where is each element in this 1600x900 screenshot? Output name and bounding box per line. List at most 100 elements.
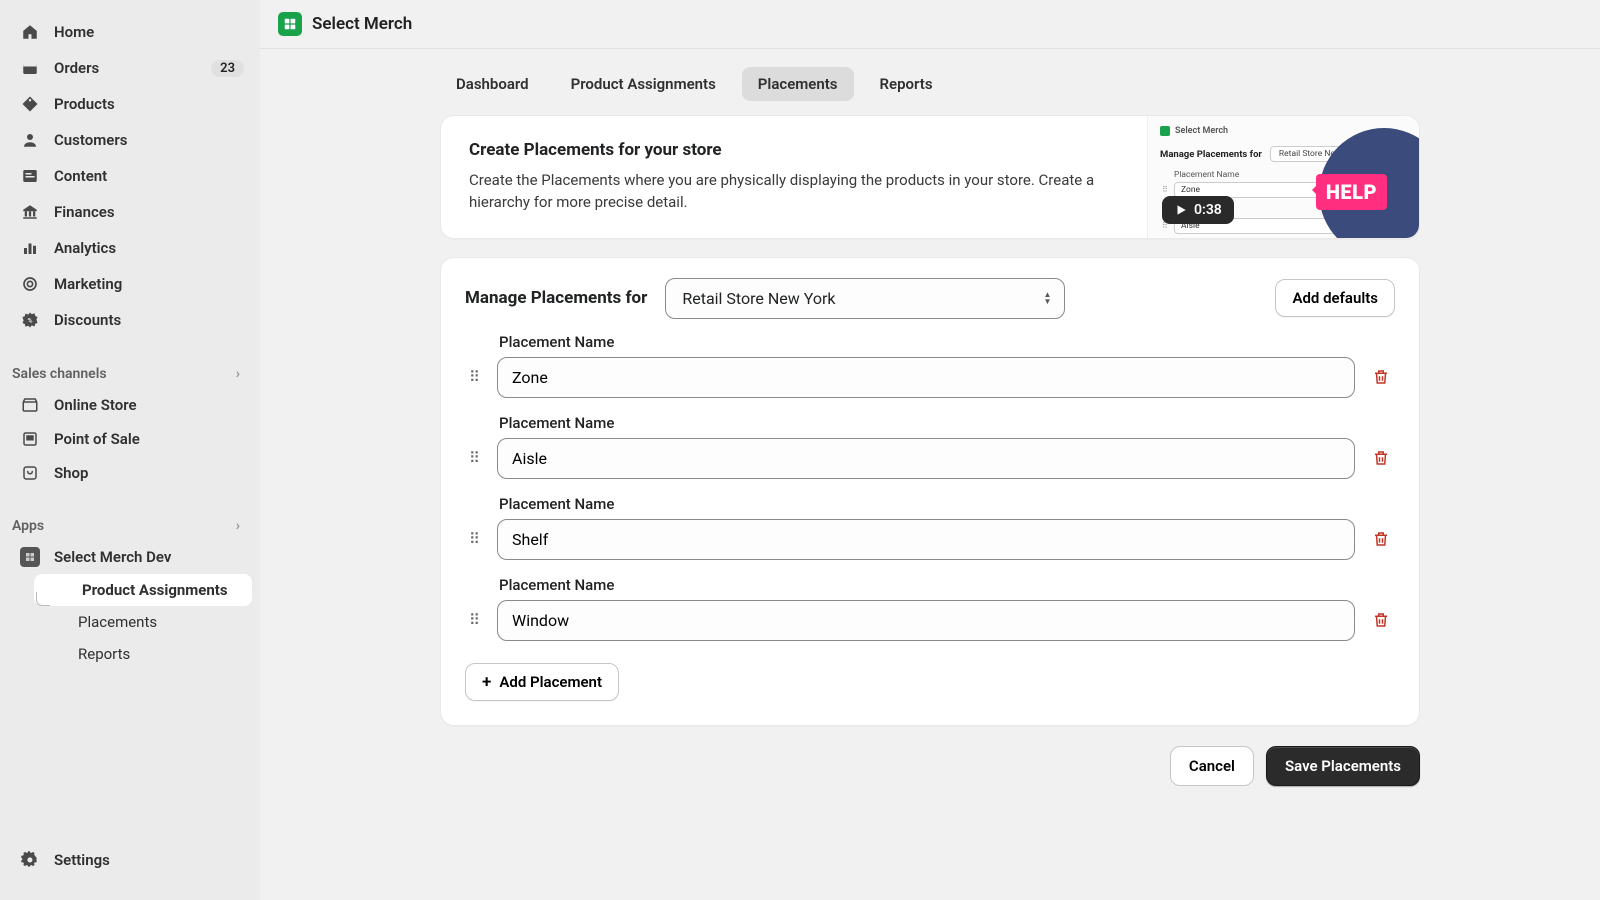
nav-label: Marketing [54, 275, 122, 293]
nav-products[interactable]: Products [8, 86, 252, 122]
nav-label: Customers [54, 131, 127, 149]
nav-home[interactable]: Home [8, 14, 252, 50]
play-icon [1174, 203, 1188, 217]
content-icon [20, 166, 40, 186]
app-title: Select Merch [312, 14, 412, 34]
nav-label: Analytics [54, 239, 116, 257]
nav-discounts[interactable]: % Discounts [8, 302, 252, 338]
channel-pos[interactable]: Point of Sale [8, 422, 252, 456]
analytics-icon [20, 238, 40, 258]
delete-button[interactable] [1367, 606, 1395, 634]
placement-input[interactable] [497, 438, 1355, 479]
apps-list: Select Merch Dev Product Assignments Pla… [0, 540, 260, 670]
drag-handle-icon[interactable]: ⠿ [465, 618, 485, 623]
tag-icon [20, 94, 40, 114]
placement-block: Placement Name ⠿ [465, 576, 1395, 641]
orders-icon [20, 58, 40, 78]
home-icon [20, 22, 40, 42]
placement-list: Placement Name ⠿ Placement Name ⠿ [465, 333, 1395, 641]
tabs: Dashboard Product Assignments Placements… [260, 49, 1600, 115]
discount-icon: % [20, 310, 40, 330]
app-logo-icon [278, 12, 302, 36]
tab-product-assignments[interactable]: Product Assignments [555, 67, 732, 101]
primary-nav: Home Orders 23 Products Customers Conten… [0, 14, 260, 338]
tab-placements[interactable]: Placements [742, 67, 854, 101]
trash-icon [1372, 530, 1390, 548]
sales-channels-list: Online Store Point of Sale Shop [0, 388, 260, 490]
info-card: Create Placements for your store Create … [440, 115, 1420, 239]
shop-icon [20, 463, 40, 483]
tree-branch-icon [36, 592, 50, 606]
placement-input[interactable] [497, 600, 1355, 641]
bank-icon [20, 202, 40, 222]
trash-icon [1372, 368, 1390, 386]
chevron-right-icon: › [236, 518, 240, 534]
gear-icon [20, 850, 40, 870]
placements-card: Manage Placements for Retail Store New Y… [440, 257, 1420, 726]
nav-label: Content [54, 167, 107, 185]
nav-customers[interactable]: Customers [8, 122, 252, 158]
delete-button[interactable] [1367, 525, 1395, 553]
store-icon [20, 395, 40, 415]
pos-icon [20, 429, 40, 449]
help-flag: HELP [1316, 174, 1387, 210]
plus-icon: + [482, 675, 491, 689]
nav-content[interactable]: Content [8, 158, 252, 194]
nav-finances[interactable]: Finances [8, 194, 252, 230]
sidebar: Home Orders 23 Products Customers Conten… [0, 0, 260, 900]
updown-icon: ▲▼ [1043, 291, 1051, 305]
nav-settings[interactable]: Settings [8, 842, 252, 878]
main: Select Merch Dashboard Product Assignmen… [260, 0, 1600, 900]
app-subnav: Product Assignments Placements Reports [8, 574, 252, 670]
subnav-product-assignments[interactable]: Product Assignments [34, 574, 252, 606]
nav-marketing[interactable]: Marketing [8, 266, 252, 302]
app-select-merch-dev[interactable]: Select Merch Dev [8, 540, 252, 574]
merch-app-icon [20, 547, 40, 567]
info-body: Create the Placements where you are phys… [469, 170, 1119, 214]
target-icon [20, 274, 40, 294]
footer-actions: Cancel Save Placements [440, 746, 1420, 786]
nav-analytics[interactable]: Analytics [8, 230, 252, 266]
person-icon [20, 130, 40, 150]
channel-online-store[interactable]: Online Store [8, 388, 252, 422]
video-duration: 0:38 [1162, 196, 1234, 224]
app-header: Select Merch [260, 0, 1600, 49]
drag-handle-icon[interactable]: ⠿ [465, 537, 485, 542]
trash-icon [1372, 611, 1390, 629]
content: Dashboard Product Assignments Placements… [260, 49, 1600, 900]
nav-orders[interactable]: Orders 23 [8, 50, 252, 86]
placement-input[interactable] [497, 519, 1355, 560]
nav-label: Discounts [54, 311, 121, 329]
delete-button[interactable] [1367, 444, 1395, 472]
info-heading: Create Placements for your store [469, 140, 1119, 160]
manage-heading: Manage Placements for [465, 288, 647, 308]
store-select[interactable]: Retail Store New York ▲▼ [665, 278, 1065, 319]
apps-header[interactable]: Apps › [0, 508, 260, 540]
placement-block: Placement Name ⠿ [465, 414, 1395, 479]
add-defaults-button[interactable]: Add defaults [1275, 279, 1395, 317]
drag-handle-icon[interactable]: ⠿ [465, 456, 485, 461]
subnav-placements[interactable]: Placements [30, 606, 252, 638]
orders-badge: 23 [211, 60, 244, 77]
nav-label: Home [54, 23, 94, 41]
channel-shop[interactable]: Shop [8, 456, 252, 490]
sales-channels-header[interactable]: Sales channels › [0, 356, 260, 388]
add-placement-button[interactable]: + Add Placement [465, 663, 619, 701]
delete-button[interactable] [1367, 363, 1395, 391]
nav-label: Products [54, 95, 115, 113]
video-thumbnail[interactable]: Select Merch Manage Placements for Retai… [1147, 116, 1419, 238]
placement-block: Placement Name ⠿ [465, 333, 1395, 398]
tab-reports[interactable]: Reports [864, 67, 949, 101]
mini-logo-icon [1160, 126, 1170, 136]
nav-label: Finances [54, 203, 115, 221]
subnav-reports[interactable]: Reports [30, 638, 252, 670]
drag-handle-icon[interactable]: ⠿ [465, 375, 485, 380]
save-placements-button[interactable]: Save Placements [1266, 746, 1420, 786]
chevron-right-icon: › [236, 366, 240, 382]
tab-dashboard[interactable]: Dashboard [440, 67, 545, 101]
placement-input[interactable] [497, 357, 1355, 398]
info-text: Create Placements for your store Create … [441, 116, 1147, 238]
trash-icon [1372, 449, 1390, 467]
manage-row: Manage Placements for Retail Store New Y… [465, 278, 1395, 319]
cancel-button[interactable]: Cancel [1170, 746, 1254, 786]
